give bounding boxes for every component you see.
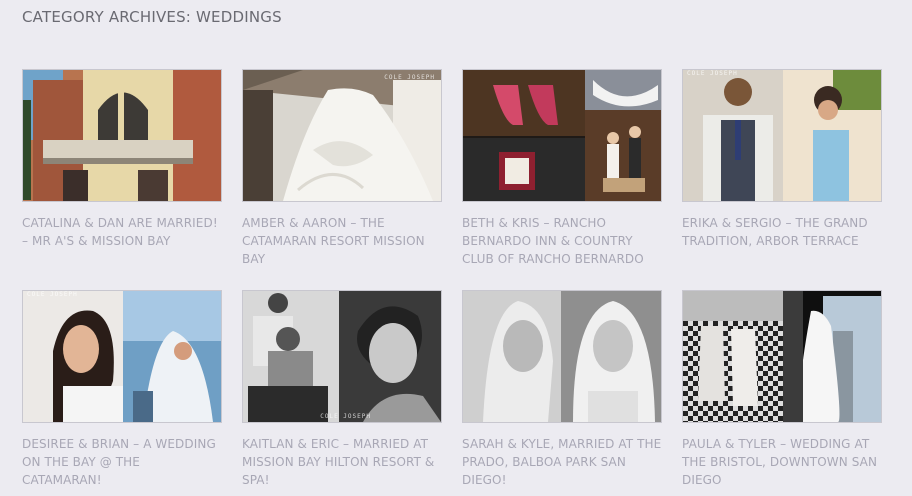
collage-photo [463, 70, 661, 201]
post-card: CATALINA & DAN ARE MARRIED! – MR A'S & M… [22, 69, 222, 250]
post-thumbnail[interactable]: COLE JOSEPH [22, 290, 222, 423]
page-title: CATEGORY ARCHIVES: WEDDINGS [22, 8, 282, 26]
building-photo [23, 70, 221, 201]
watermark: COLE JOSEPH [687, 70, 738, 77]
post-title-link[interactable]: ERIKA & SERGIO – THE GRAND TRADITION, AR… [682, 214, 882, 250]
post-thumbnail[interactable]: COLE JOSEPH [242, 69, 442, 202]
post-title-link[interactable]: KAITLAN & ERIC – MARRIED AT MISSION BAY … [242, 435, 442, 489]
post-title-link[interactable]: CATALINA & DAN ARE MARRIED! – MR A'S & M… [22, 214, 222, 250]
watermark: COLE JOSEPH [320, 413, 371, 420]
post-card: COLE JOSEPH ERIKA & SERGIO – THE GRAND T… [682, 69, 882, 250]
post-card: COLE JOSEPH DESIREE & BRIAN – A WEDDING … [22, 290, 222, 489]
post-title-link[interactable]: SARAH & KYLE, MARRIED AT THE PRADO, BALB… [462, 435, 662, 489]
post-card: SARAH & KYLE, MARRIED AT THE PRADO, BALB… [462, 290, 662, 489]
post-card: COLE JOSEPH AMBER & AARON – THE CATAMARA… [242, 69, 442, 268]
post-title-link[interactable]: AMBER & AARON – THE CATAMARAN RESORT MIS… [242, 214, 442, 268]
post-title-link[interactable]: DESIREE & BRIAN – A WEDDING ON THE BAY @… [22, 435, 222, 489]
watermark: COLE JOSEPH [384, 74, 435, 81]
dress-photo [243, 70, 441, 201]
post-title-link[interactable]: BETH & KRIS – RANCHO BERNARDO INN & COUN… [462, 214, 662, 268]
post-card: PAULA & TYLER – WEDDING AT THE BRISTOL, … [682, 290, 882, 489]
post-title-link[interactable]: PAULA & TYLER – WEDDING AT THE BRISTOL, … [682, 435, 882, 489]
shoes-dress-photo [683, 291, 881, 422]
bride-portrait-photo [463, 291, 661, 422]
couple-photo [683, 70, 881, 201]
post-thumbnail[interactable] [682, 290, 882, 423]
post-thumbnail[interactable]: COLE JOSEPH [682, 69, 882, 202]
post-card: COLE JOSEPH KAITLAN & ERIC – MARRIED AT … [242, 290, 442, 489]
post-thumbnail[interactable] [462, 69, 662, 202]
post-thumbnail[interactable]: COLE JOSEPH [242, 290, 442, 423]
watermark: COLE JOSEPH [27, 291, 78, 298]
post-card: BETH & KRIS – RANCHO BERNARDO INN & COUN… [462, 69, 662, 268]
bride-getting-ready-photo [243, 291, 441, 422]
post-thumbnail[interactable] [22, 69, 222, 202]
bride-makeup-photo [23, 291, 221, 422]
post-thumbnail[interactable] [462, 290, 662, 423]
